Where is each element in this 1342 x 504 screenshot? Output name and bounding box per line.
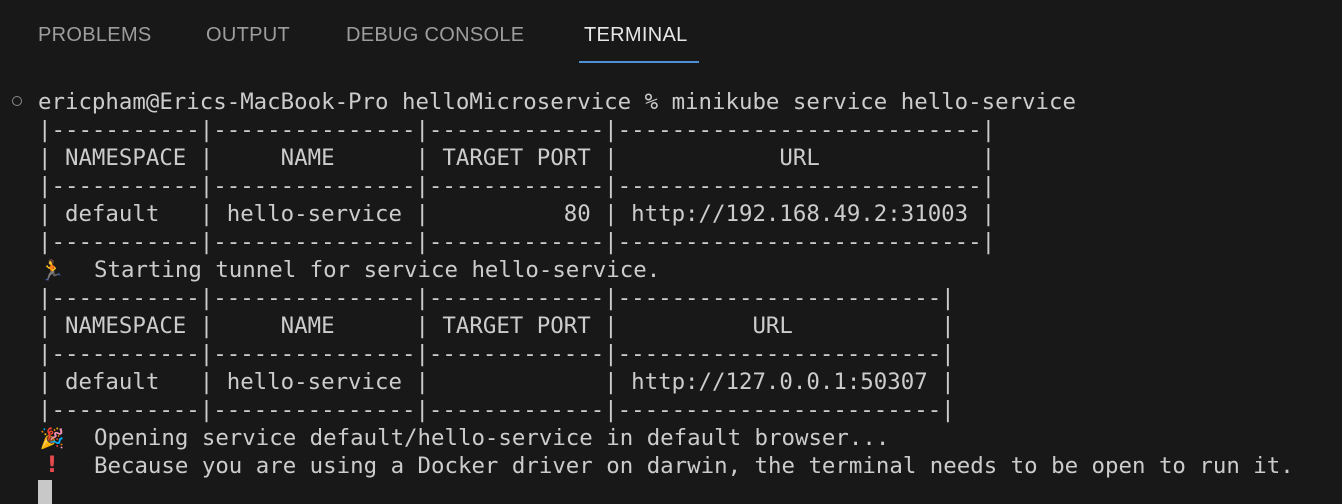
table-header-line: | NAMESPACE | NAME | TARGET PORT | URL |: [38, 145, 996, 171]
party-popper-icon: 🎉: [39, 426, 65, 450]
prompt-line: ericpham@Erics-MacBook-Pro helloMicroser…: [38, 89, 1076, 115]
tab-debug-console[interactable]: DEBUG CONSOLE: [346, 24, 524, 47]
running-person-icon: 🏃: [39, 258, 65, 282]
warning-message: Because you are using a Docker driver on…: [94, 453, 1294, 479]
exclamation-icon: !: [46, 453, 58, 478]
command-status-icon: [12, 96, 22, 106]
tunnel-message: Starting tunnel for service hello-servic…: [94, 257, 661, 283]
tab-terminal[interactable]: TERMINAL: [584, 24, 688, 47]
table-line: |-----------|---------------|-----------…: [38, 173, 996, 199]
tab-output[interactable]: OUTPUT: [206, 24, 290, 47]
table-line: |-----------|---------------|-----------…: [38, 341, 955, 367]
terminal-output[interactable]: ericpham@Erics-MacBook-Pro helloMicroser…: [0, 88, 1342, 504]
table-line: |-----------|---------------|-----------…: [38, 397, 955, 423]
terminal-cursor: [38, 480, 52, 504]
table-line: |-----------|---------------|-----------…: [38, 229, 996, 255]
terminal-panel: PROBLEMS OUTPUT DEBUG CONSOLE TERMINAL e…: [0, 0, 1342, 504]
open-browser-message: Opening service default/hello-service in…: [94, 425, 890, 451]
table-header-line: | NAMESPACE | NAME | TARGET PORT | URL |: [38, 313, 955, 339]
tab-problems[interactable]: PROBLEMS: [38, 24, 152, 47]
table-line: |-----------|---------------|-----------…: [38, 117, 996, 143]
active-tab-indicator: [579, 61, 699, 63]
table-row-line: | default | hello-service | 80 | http://…: [38, 201, 996, 227]
table-line: |-----------|---------------|-----------…: [38, 285, 955, 311]
table-row-line: | default | hello-service | | http://127…: [38, 369, 955, 395]
panel-tab-bar: PROBLEMS OUTPUT DEBUG CONSOLE TERMINAL: [0, 0, 1342, 68]
